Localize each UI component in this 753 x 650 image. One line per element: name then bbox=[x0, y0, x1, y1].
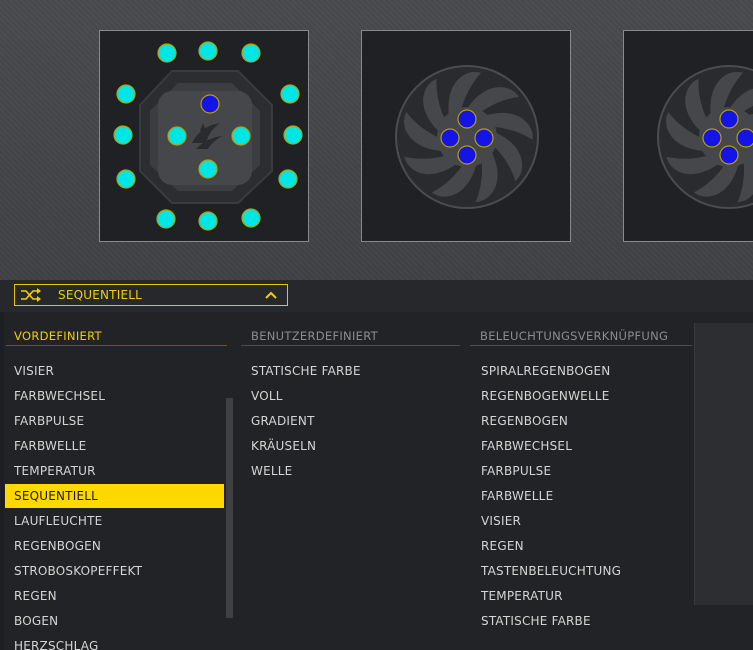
device-preview-area bbox=[0, 0, 753, 280]
effect-item[interactable]: VISIER bbox=[481, 510, 521, 532]
device-tile-pump[interactable] bbox=[99, 30, 309, 242]
effect-item[interactable]: REGENBOGEN bbox=[14, 535, 101, 557]
effect-item[interactable]: FARBWELLE bbox=[481, 485, 553, 507]
column-header-predefined[interactable]: VORDEFINIERT bbox=[14, 329, 102, 343]
effect-item[interactable]: TEMPERATUR bbox=[14, 460, 96, 482]
selected-effect-label: SEQUENTIELL bbox=[58, 288, 143, 302]
device-tile-fan-2[interactable] bbox=[623, 30, 753, 242]
pump-block-graphic bbox=[113, 41, 303, 231]
effect-item[interactable]: STATISCHE FARBE bbox=[251, 360, 361, 382]
effect-item[interactable]: REGENBOGEN bbox=[481, 410, 568, 432]
column-divider bbox=[470, 345, 692, 346]
effect-item[interactable]: VISIER bbox=[14, 360, 54, 382]
effect-item[interactable]: KRÄUSELN bbox=[251, 435, 316, 457]
effect-item[interactable]: HERZSCHLAG bbox=[14, 635, 98, 650]
effect-menu-panel: VORDEFINIERT VISIER FARBWECHSEL FARBPULS… bbox=[4, 312, 753, 650]
effect-item[interactable]: REGENBOGENWELLE bbox=[481, 385, 610, 407]
column-divider bbox=[241, 345, 460, 346]
effect-item[interactable]: WELLE bbox=[251, 460, 292, 482]
device-tile-fan-1[interactable] bbox=[361, 30, 571, 242]
column-header-custom[interactable]: BENUTZERDEFINIERT bbox=[251, 329, 378, 343]
fan-graphic bbox=[395, 65, 539, 209]
column-header-lighting-link[interactable]: BELEUCHTUNGSVERKNÜPFUNG bbox=[480, 329, 668, 343]
chevron-up-icon bbox=[265, 291, 277, 299]
effect-item[interactable]: FARBPULSE bbox=[14, 410, 84, 432]
effect-item[interactable]: FARBWECHSEL bbox=[481, 435, 572, 457]
effect-item[interactable]: STROBOSKOPEFFEKT bbox=[14, 560, 142, 582]
effect-selector-bar: SEQUENTIELL bbox=[0, 280, 753, 312]
effect-item[interactable]: FARBPULSE bbox=[481, 460, 551, 482]
effect-item-selected[interactable]: SEQUENTIELL bbox=[5, 484, 224, 508]
fan-graphic bbox=[657, 65, 753, 209]
column-divider bbox=[6, 345, 227, 346]
shuffle-icon bbox=[21, 288, 41, 302]
effect-item[interactable]: GRADIENT bbox=[251, 410, 315, 432]
effect-item[interactable]: FARBWECHSEL bbox=[14, 385, 105, 407]
effect-item[interactable]: FARBWELLE bbox=[14, 435, 86, 457]
effect-item[interactable]: TEMPERATUR bbox=[481, 585, 563, 607]
effect-item[interactable]: LAUFLEUCHTE bbox=[14, 510, 102, 532]
effect-item[interactable]: REGEN bbox=[14, 585, 57, 607]
effect-item[interactable]: STATISCHE FARBE bbox=[481, 610, 591, 632]
lighting-effect-dropdown[interactable]: SEQUENTIELL bbox=[14, 284, 288, 306]
effect-item[interactable]: BOGEN bbox=[14, 610, 58, 632]
effect-preview-panel bbox=[694, 323, 753, 605]
effect-item[interactable]: SPIRALREGENBOGEN bbox=[481, 360, 610, 382]
effect-item[interactable]: REGEN bbox=[481, 535, 524, 557]
effect-list-scrollbar[interactable] bbox=[226, 398, 233, 618]
effect-item[interactable]: TASTENBELEUCHTUNG bbox=[481, 560, 621, 582]
effect-item[interactable]: VOLL bbox=[251, 385, 283, 407]
